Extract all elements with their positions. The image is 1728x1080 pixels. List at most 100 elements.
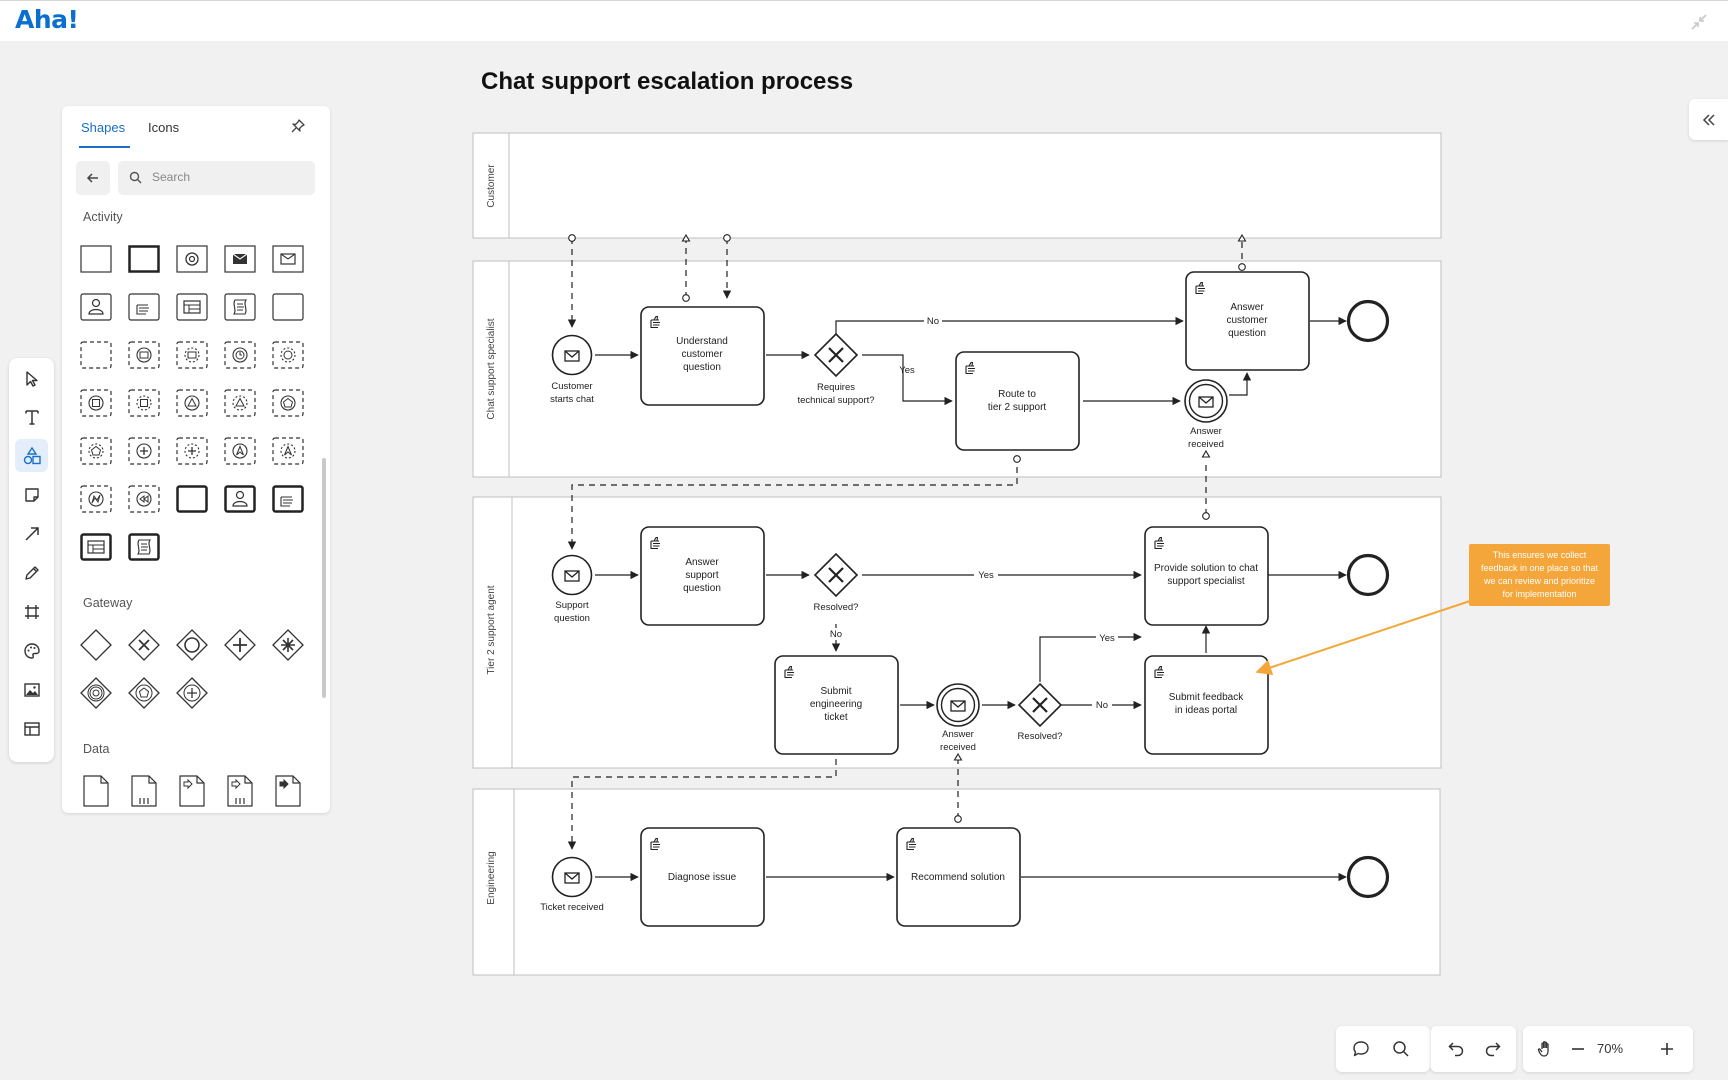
document-title[interactable]: Chat support escalation process [481,68,853,96]
tab-shapes[interactable]: Shapes [81,120,125,135]
shape-event-subprocess-signal[interactable] [175,386,209,420]
shape-event-subprocess-timer[interactable] [223,338,257,372]
gateway-resolved-2[interactable]: Resolved? [1018,682,1063,742]
redo-icon[interactable] [1478,1034,1508,1064]
end-event[interactable] [1346,299,1390,343]
shape-complex-gateway[interactable] [271,628,305,662]
shape-rounded-task[interactable] [271,290,305,324]
shape-user-task[interactable] [79,290,113,324]
lane-tier2[interactable] [472,496,1442,769]
end-event[interactable] [1346,553,1390,597]
shapes-tool[interactable] [15,439,48,472]
shape-data-input[interactable] [175,774,209,808]
event-answer-received-1[interactable]: Answer received [1184,379,1228,450]
lane-engineering[interactable] [472,788,1441,976]
end-event[interactable] [1346,855,1390,899]
lane-chat-support[interactable] [472,260,1442,478]
frame-tool[interactable] [15,595,48,628]
shape-event-subprocess-escalation[interactable] [223,434,257,468]
shape-event-gateway[interactable] [79,676,113,710]
shape-event-subprocess-conditional-dashed[interactable] [127,386,161,420]
palette-tool[interactable] [15,634,48,667]
template-tool[interactable] [15,712,48,745]
shape-event-subprocess-escalation-dashed[interactable] [271,434,305,468]
tab-icons[interactable]: Icons [148,120,179,135]
shape-script-task[interactable] [223,290,257,324]
gateway-requires-support[interactable]: Requires technical support? [797,332,875,406]
shape-parallel-event-gateway[interactable] [175,676,209,710]
shape-task-bold[interactable] [127,242,161,276]
shape-business-rule-task[interactable] [175,290,209,324]
task-submit-ticket[interactable]: Submit engineering ticket [774,655,899,755]
shape-event-subprocess-signal-dashed[interactable] [223,386,257,420]
search-icon[interactable] [1386,1034,1416,1064]
task-route[interactable]: Route to tier 2 support [955,351,1080,451]
shape-receive-task[interactable] [271,242,305,276]
task-recommend[interactable]: Recommend solution [896,827,1021,927]
pen-tool[interactable] [15,556,48,589]
lane-label: Engineering [486,851,497,904]
shape-event-subprocess-message-dashed[interactable] [175,338,209,372]
shape-data-collection[interactable] [127,774,161,808]
comment-icon[interactable] [1346,1034,1376,1064]
undo-icon[interactable] [1441,1034,1471,1064]
zoom-in-icon[interactable] [1652,1034,1682,1064]
task-diagnose[interactable]: Diagnose issue [640,827,765,927]
search-input[interactable] [150,169,304,185]
gateway-resolved-1[interactable]: Resolved? [814,552,859,613]
shape-manual-task[interactable] [127,290,161,324]
task-submit-feedback[interactable]: Submit feedback in ideas portal [1144,655,1269,755]
event-customer-starts-chat[interactable]: Customer starts chat [550,334,594,406]
shape-exclusive-gateway-empty[interactable] [79,628,113,662]
shape-manual-task-bold[interactable] [271,482,305,516]
shape-service-task[interactable] [175,242,209,276]
shape-subprocess-bold[interactable] [175,482,209,516]
shape-event-subprocess-compensation[interactable] [127,482,161,516]
sticky-note[interactable]: This ensures we collect feedback in one p… [1255,544,1610,676]
pin-icon[interactable] [290,118,306,139]
task-answer-support[interactable]: Answer support question [640,526,765,626]
shape-event-subprocess-conditional[interactable] [79,386,113,420]
shape-event-gateway-pentagon[interactable] [127,676,161,710]
shape-task[interactable] [79,242,113,276]
shape-event-subprocess-multiple[interactable] [271,386,305,420]
arrow-tool[interactable] [15,517,48,550]
expand-right-panel-button[interactable] [1689,99,1728,140]
sticky-note-tool[interactable] [15,478,48,511]
collapse-fullscreen-icon[interactable] [1686,9,1712,35]
shape-inclusive-gateway[interactable] [175,628,209,662]
shape-user-task-bold[interactable] [223,482,257,516]
event-ticket-received[interactable]: Ticket received [540,856,604,914]
shape-data-object[interactable] [79,774,113,808]
chevrons-left-icon [1702,113,1715,126]
zoom-level[interactable]: 70% [1597,1041,1623,1056]
panel-scrollbar[interactable] [322,458,326,698]
back-button[interactable] [76,161,110,195]
shape-event-subprocess[interactable] [79,338,113,372]
text-tool[interactable] [15,400,48,433]
zoom-out-icon[interactable] [1563,1034,1593,1064]
shape-event-subprocess-message[interactable] [127,338,161,372]
hand-pan-icon[interactable] [1531,1034,1561,1064]
shape-event-subprocess-timer-dashed[interactable] [271,338,305,372]
shape-script-task-bold[interactable] [127,530,161,564]
event-support-question[interactable]: Support question [551,554,593,625]
task-understand[interactable]: Understand customer question [640,306,765,406]
image-tool[interactable] [15,673,48,706]
aha-logo[interactable]: Aha! [15,5,79,34]
shape-send-task[interactable] [223,242,257,276]
shape-exclusive-gateway[interactable] [127,628,161,662]
shape-data-input-collection[interactable] [223,774,257,808]
shape-business-rule-task-bold[interactable] [79,530,113,564]
shape-event-subprocess-error[interactable] [79,482,113,516]
lane-customer[interactable] [472,132,1442,239]
select-tool[interactable] [15,362,48,395]
task-provide-solution[interactable]: Provide solution to chat support speciali… [1144,526,1269,626]
task-answer-customer[interactable]: Answer customer question [1185,271,1310,371]
shape-data-output[interactable] [271,774,305,808]
shape-event-subprocess-multiple-dashed[interactable] [79,434,113,468]
shape-parallel-gateway[interactable] [223,628,257,662]
shape-event-subprocess-parallel-dashed[interactable] [175,434,209,468]
event-answer-received-2[interactable]: Answer received [936,683,980,753]
shape-event-subprocess-parallel[interactable] [127,434,161,468]
